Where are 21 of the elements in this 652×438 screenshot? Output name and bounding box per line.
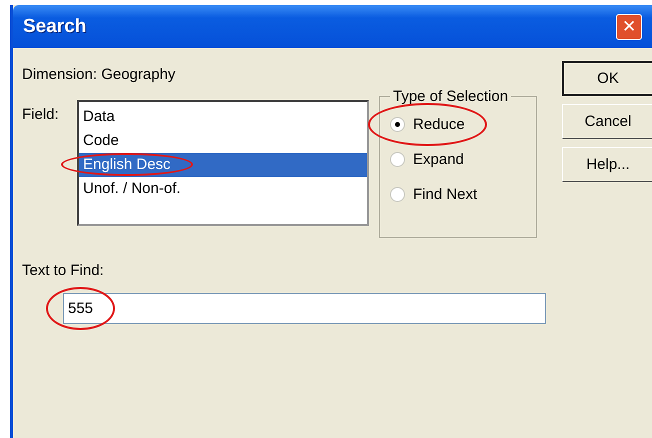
radio-button[interactable] xyxy=(390,152,405,167)
dialog-button[interactable]: OK xyxy=(562,61,652,96)
option-label: Reduce xyxy=(413,116,465,133)
text-to-find-field[interactable]: 555 xyxy=(63,293,546,324)
window-title: Search xyxy=(23,16,86,38)
text-to-find-label: Text to Find: xyxy=(22,262,105,279)
radio-button[interactable] xyxy=(390,117,405,132)
dialog-button[interactable]: Cancel xyxy=(562,104,652,139)
list-item[interactable]: Data xyxy=(79,105,367,129)
field-label: Field: xyxy=(22,106,60,123)
radio-button[interactable] xyxy=(390,187,405,202)
close-button[interactable]: ✕ xyxy=(616,14,642,40)
group-title: Type of Selection xyxy=(392,88,510,105)
list-item[interactable]: Code xyxy=(79,129,367,153)
list-item[interactable]: Unof. / Non-of. xyxy=(79,177,367,201)
option-label: Find Next xyxy=(413,186,478,203)
field-list[interactable]: Data Code English Desc Unof. / Non-of. xyxy=(77,100,369,226)
list-item[interactable]: English Desc xyxy=(79,153,367,177)
dimension-label: Dimension: Geography xyxy=(22,66,176,85)
dialog-button[interactable]: Help... xyxy=(562,147,652,182)
option-label: Expand xyxy=(413,151,464,168)
